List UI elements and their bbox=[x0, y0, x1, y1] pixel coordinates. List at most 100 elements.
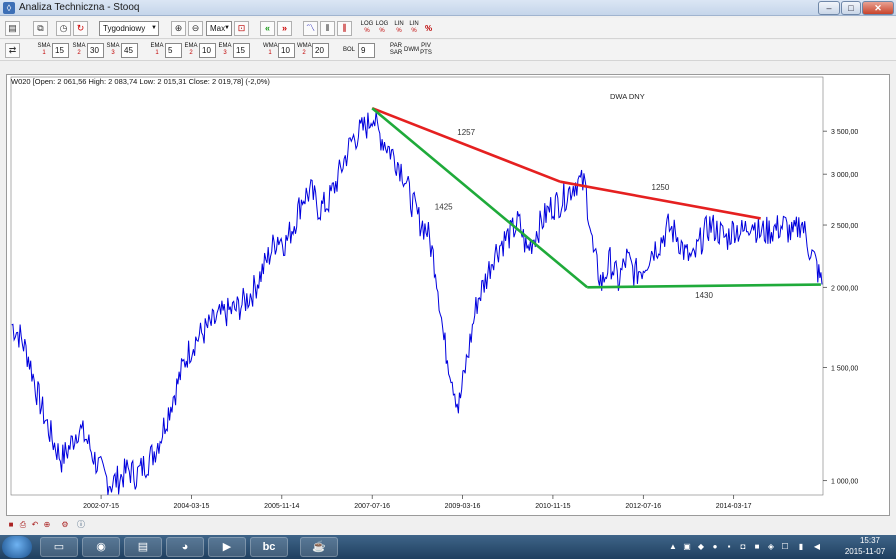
price-chart[interactable]: 1257 1250 1425 1430 1 000,00 1 500,00 2 000,0… bbox=[7, 75, 889, 515]
scale-label-top: LOG bbox=[360, 21, 374, 27]
interval-value: Tygodniowy bbox=[103, 24, 146, 33]
log-button[interactable]: LOG % bbox=[375, 21, 389, 35]
settings-icon[interactable]: ⚙ bbox=[60, 520, 70, 530]
chart-panel[interactable]: 1257 1250 1425 1430 1 000,00 1 500,00 2 000,0… bbox=[6, 74, 890, 516]
axis-layer: 1 000,00 1 500,00 2 000,00 2 500,00 3 000,00… bbox=[83, 129, 858, 510]
wma1-input[interactable]: 10 bbox=[278, 43, 295, 58]
volume-icon[interactable]: ◀ bbox=[812, 542, 822, 552]
indicator-settings-icon[interactable]: ⇄ bbox=[5, 43, 20, 58]
maximize-button[interactable]: □ bbox=[841, 1, 861, 15]
par-sar-button[interactable]: PAR SAR bbox=[389, 43, 403, 57]
start-button[interactable] bbox=[2, 536, 32, 558]
taskbar-explorer[interactable]: ▤ bbox=[124, 537, 162, 557]
tray-icon-1[interactable]: ▲ bbox=[668, 542, 678, 552]
tray-icon-3[interactable]: ◆ bbox=[696, 542, 706, 552]
scale-label-top: LIN bbox=[409, 21, 419, 27]
minimize-button[interactable]: ‒ bbox=[818, 1, 840, 15]
taskbar-chrome[interactable]: ◕ bbox=[166, 537, 204, 557]
wma2-input[interactable]: 20 bbox=[312, 43, 329, 58]
close-button[interactable]: ✕ bbox=[862, 1, 894, 15]
tray-icon-9[interactable]: ☐ bbox=[780, 542, 790, 552]
taskbar-desktop[interactable]: ▭ bbox=[40, 537, 78, 557]
trendline-layer bbox=[371, 106, 821, 289]
zoom-out-icon[interactable]: ⊖ bbox=[188, 21, 203, 36]
indicator-label: WMA bbox=[263, 43, 278, 49]
tray-icon-4[interactable]: ● bbox=[710, 542, 720, 552]
sma2-toggle[interactable]: SMA 2 bbox=[72, 43, 86, 57]
ema1-input[interactable]: 5 bbox=[165, 43, 182, 58]
bol-toggle[interactable]: BOL bbox=[342, 43, 356, 58]
sma2-input[interactable]: 30 bbox=[87, 43, 104, 58]
tray-icon-2[interactable]: ▣ bbox=[682, 542, 692, 552]
status-bar: ■ ⎙ ↶ ⊕ ⚙ ⓘ bbox=[0, 518, 896, 535]
fit-icon[interactable]: ⊡ bbox=[234, 21, 249, 36]
taskbar-media[interactable]: ▶ bbox=[208, 537, 246, 557]
indicator-label: SMA bbox=[106, 43, 120, 49]
trendline bbox=[587, 283, 821, 289]
indicator-sub: 1 bbox=[42, 50, 46, 56]
toolbar-main: ▤ ⧉ ◷ ↻ Tygodniowy ▼ ⊕ ⊖ Max ▼ ⊡ « » 〽 ⫴… bbox=[0, 18, 896, 39]
wma2-toggle[interactable]: WMA 2 bbox=[297, 43, 312, 57]
print-icon[interactable]: ⎙ bbox=[18, 520, 28, 530]
refresh-icon[interactable]: ↻ bbox=[73, 21, 88, 36]
wma1-toggle[interactable]: WMA 1 bbox=[263, 43, 278, 57]
ema2-input[interactable]: 10 bbox=[199, 43, 216, 58]
sma1-input[interactable]: 15 bbox=[52, 43, 69, 58]
bol-input[interactable]: 9 bbox=[358, 43, 375, 58]
taskbar: ▭ ◉ ▤ ◕ ▶ bc ☕ ▲ ▣ ◆ ● ▪ ◘ ■ ◈ ☐ ▮ ◀ 15:… bbox=[0, 535, 896, 559]
layout-icon[interactable]: ▤ bbox=[5, 21, 20, 36]
trend-label-layer: 1257 1250 1425 1430 bbox=[435, 128, 714, 300]
x-tick-label: 2009-03-16 bbox=[445, 503, 481, 510]
lin-percent-button[interactable]: LIN % bbox=[392, 21, 406, 35]
sma1-toggle[interactable]: SMA 1 bbox=[37, 43, 51, 57]
ema3-input[interactable]: 15 bbox=[233, 43, 250, 58]
dwm-button[interactable]: DWM bbox=[404, 43, 419, 58]
undo-icon[interactable]: ↶ bbox=[30, 520, 40, 530]
sma3-toggle[interactable]: SMA 3 bbox=[106, 43, 120, 57]
tray-icon-8[interactable]: ◈ bbox=[766, 542, 776, 552]
clock-time[interactable]: 15:37 bbox=[845, 536, 895, 545]
zoom-icon[interactable]: ⊕ bbox=[42, 520, 52, 530]
ema2-toggle[interactable]: EMA 2 bbox=[184, 43, 198, 57]
timer-icon[interactable]: ◷ bbox=[56, 21, 71, 36]
percent-button[interactable]: % bbox=[425, 21, 432, 36]
title-bar[interactable]: ◊ Analiza Techniczna - Stooq ‒ □ ✕ bbox=[0, 0, 896, 16]
bar-chart-icon[interactable]: ⫴ bbox=[320, 21, 335, 36]
copy-icon[interactable]: ⧉ bbox=[33, 21, 48, 36]
taskbar-java[interactable]: ☕ bbox=[300, 537, 338, 557]
indicator-sub: 1 bbox=[155, 50, 159, 56]
save-icon[interactable]: ■ bbox=[6, 520, 16, 530]
ema3-toggle[interactable]: EMA 3 bbox=[218, 43, 232, 57]
tray-icon-10[interactable]: ▮ bbox=[796, 542, 806, 552]
clock-date[interactable]: 2015-11-07 bbox=[836, 547, 894, 556]
main-window: ◊ Analiza Techniczna - Stooq ‒ □ ✕ ▤ ⧉ ◷… bbox=[0, 0, 896, 535]
piv-label: PIV bbox=[421, 43, 431, 49]
info-icon[interactable]: ⓘ bbox=[76, 520, 86, 530]
interval-select[interactable]: Tygodniowy ▼ bbox=[99, 21, 159, 36]
log-percent-button[interactable]: LOG % bbox=[360, 21, 374, 35]
y-tick-label: 3 000,00 bbox=[831, 172, 858, 179]
trendline-label: 1430 bbox=[695, 291, 713, 300]
tray-icon-6[interactable]: ◘ bbox=[738, 542, 748, 552]
candle-chart-icon[interactable]: ⫼ bbox=[337, 21, 352, 36]
zoom-in-icon[interactable]: ⊕ bbox=[171, 21, 186, 36]
scroll-right-icon[interactable]: » bbox=[277, 21, 292, 36]
lin-button[interactable]: LIN % bbox=[407, 21, 421, 35]
scroll-left-icon[interactable]: « bbox=[260, 21, 275, 36]
sma3-input[interactable]: 45 bbox=[121, 43, 138, 58]
x-tick-label: 2002-07-15 bbox=[83, 503, 119, 510]
indicator-label: SMA bbox=[37, 43, 51, 49]
tray-icon-7[interactable]: ■ bbox=[752, 542, 762, 552]
range-select[interactable]: Max ▼ bbox=[206, 21, 232, 36]
dwm-label: DWM bbox=[404, 47, 419, 53]
scale-label-bottom: % bbox=[411, 28, 417, 34]
piv-pts-button[interactable]: PIV PTS bbox=[419, 43, 433, 57]
taskbar-stooq[interactable]: bc bbox=[250, 537, 288, 557]
toolbar-indicators: ⇄ SMA 1 15 SMA 2 30 SMA 3 45 EMA 1 5 EMA 2 10… bbox=[0, 40, 896, 61]
chevron-down-icon: ▼ bbox=[151, 25, 157, 31]
indicator-sub: 2 bbox=[302, 50, 306, 56]
taskbar-firefox[interactable]: ◉ bbox=[82, 537, 120, 557]
line-chart-icon[interactable]: 〽 bbox=[303, 21, 318, 36]
tray-icon-5[interactable]: ▪ bbox=[724, 542, 734, 552]
ema1-toggle[interactable]: EMA 1 bbox=[150, 43, 164, 57]
